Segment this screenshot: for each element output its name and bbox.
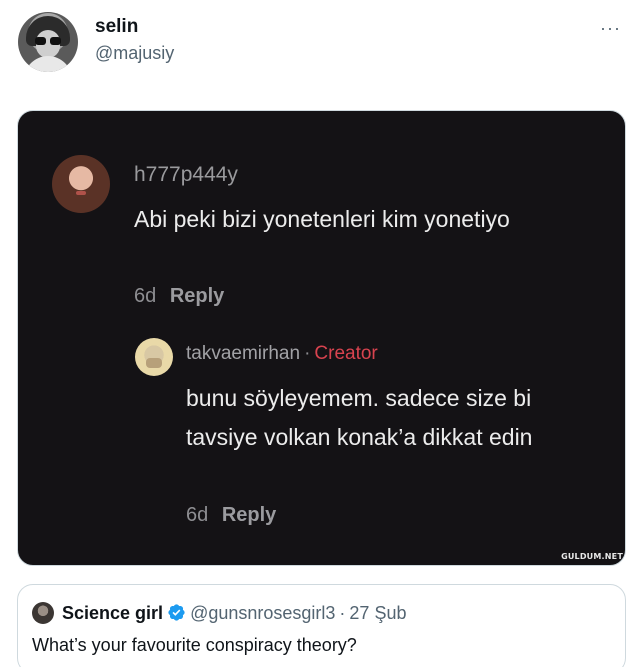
reply-header: takvaemirhan · Creator: [186, 343, 378, 365]
commenter-avatar-detail: [76, 191, 86, 195]
creator-avatar-detail: [146, 358, 162, 368]
avatar-sunglasses: [35, 37, 61, 45]
quoted-author-handle: @gunsnrosesgirl3: [190, 603, 336, 623]
reply-separator: ·: [304, 343, 311, 364]
avatar-body: [24, 56, 72, 72]
tweet-media-image[interactable]: h777p444y Abi peki bizi yonetenleri kim …: [17, 110, 626, 566]
creator-badge: Creator: [314, 343, 378, 364]
author-avatar[interactable]: [18, 12, 78, 72]
more-options-icon[interactable]: ···: [600, 18, 621, 39]
reply-meta: 6d Reply: [186, 504, 276, 527]
reply-age: 6d: [186, 504, 209, 526]
comment-reply-link: Reply: [169, 285, 225, 307]
commenter-username: h777p444y: [134, 163, 238, 186]
verified-badge-icon: [168, 604, 185, 621]
creator-username: takvaemirhan: [186, 343, 301, 364]
commenter-avatar: [52, 155, 110, 213]
quoted-tweet-text: What’s your favourite conspiracy theory?: [32, 635, 357, 655]
quoted-timestamp: 27 Şub: [349, 603, 407, 623]
author-display-name[interactable]: selin: [95, 16, 138, 38]
author-handle[interactable]: @majusiy: [95, 43, 174, 64]
quoted-separator: ·: [339, 603, 346, 623]
quoted-author-avatar: [32, 602, 54, 624]
comment-age: 6d: [134, 285, 157, 307]
creator-avatar: [135, 338, 173, 376]
quoted-author-name: Science girl: [62, 603, 164, 623]
comment-text: Abi peki bizi yonetenleri kim yonetiyo: [134, 206, 510, 232]
comment-meta: 6d Reply: [134, 285, 224, 308]
reply-text: bunu söyleyemem. sadece size bi tavsiye …: [186, 385, 533, 450]
quoted-tweet[interactable]: Science girl @gunsnrosesgirl3 · 27 Şub What…: [17, 584, 626, 667]
tweet: selin @majusiy ··· h777p444y Abi peki bi…: [0, 0, 635, 667]
quoted-tweet-header: Science girl @gunsnrosesgirl3 · 27 Şub: [62, 603, 406, 624]
watermark: GULDUM.NET: [561, 552, 623, 561]
reply-reply-link: Reply: [221, 504, 277, 526]
